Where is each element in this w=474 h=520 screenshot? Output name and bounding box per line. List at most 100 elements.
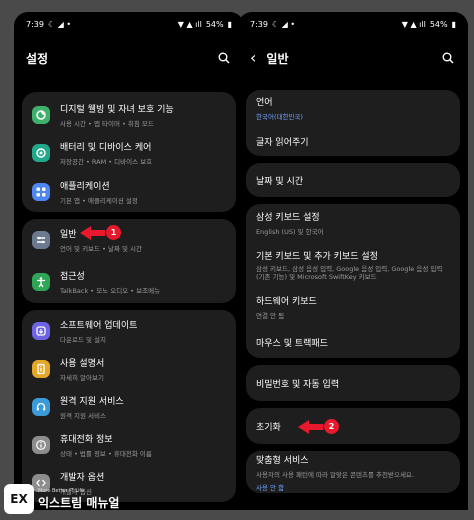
- item-subtitle: 연결 안 됨: [256, 312, 285, 320]
- page-title: 설정: [26, 51, 49, 66]
- item-title: 개발자 옵션: [60, 473, 105, 483]
- watermark-brand: 익스트림 매뉴얼: [38, 495, 120, 510]
- ex-logo-icon: EX: [4, 484, 34, 514]
- wifi-signal-icons: ▼ ▲ ıll: [177, 19, 202, 29]
- wellbeing-icon: [32, 106, 50, 124]
- general-item-language[interactable]: 언어한국어(대한민국): [246, 90, 460, 126]
- callout-arrow-shaft: [309, 423, 323, 430]
- item-subtitle: TalkBack • 모노 오디오 • 보조메뉴: [60, 287, 161, 295]
- callout-arrow-icon: [80, 225, 91, 240]
- step-callout-2: 2: [298, 419, 339, 434]
- settings-item-remote-support[interactable]: 원격 지원 서비스 원격 지원 서비스: [22, 388, 236, 426]
- item-title: 마우스 및 트랙패드: [256, 338, 328, 349]
- general-group-date-time: 날짜 및 시간: [246, 163, 460, 197]
- item-title: 소프트웨어 업데이트: [60, 321, 138, 331]
- general-group-keyboard: 삼성 키보드 설정 English (US) 및 한국어 기본 키보드 및 추가 …: [246, 204, 460, 358]
- item-title: 초기화: [256, 422, 281, 433]
- search-icon[interactable]: [440, 50, 456, 66]
- item-subtitle: 다운로드 및 설치: [60, 336, 106, 344]
- status-bar: 7:39 ☾ ◢ • ▼ ▲ ıll 54% ▮: [14, 12, 244, 36]
- status-bar: 7:39 ☾ ◢ • ▼ ▲ ıll 54% ▮: [238, 12, 468, 36]
- item-subtitle: 삼성 키보드, 삼성 음성 입력, Google 음성 입력, Google 음…: [256, 265, 443, 281]
- item-title: 휴대전화 정보: [60, 435, 113, 445]
- site-watermark: EX More Better IT Life 익스트림 매뉴얼: [4, 484, 119, 514]
- remote-support-icon: [32, 398, 50, 416]
- item-title: 삼성 키보드 설정: [256, 213, 320, 223]
- battery-icon: ▮: [451, 19, 456, 29]
- callout-arrow-shaft: [91, 229, 105, 236]
- item-subtitle: 자세히 알아보기: [60, 374, 104, 382]
- general-item-date-time[interactable]: 날짜 및 시간: [246, 163, 460, 197]
- phone-info-icon: [32, 436, 50, 454]
- software-update-icon: [32, 322, 50, 340]
- general-group-reset: 초기화 2: [246, 408, 460, 444]
- general-item-physical-keyboard[interactable]: 하드웨어 키보드연결 안 됨: [246, 288, 460, 326]
- general-item-samsung-keyboard[interactable]: 삼성 키보드 설정 English (US) 및 한국어: [246, 204, 460, 242]
- item-title: 날짜 및 시간: [256, 176, 304, 187]
- callout-number: 2: [324, 419, 339, 434]
- status-time: 7:39: [250, 19, 268, 29]
- device-care-icon: [32, 144, 50, 162]
- general-group-passwords: 비밀번호 및 자동 입력: [246, 365, 460, 401]
- settings-group-wellbeing: 디지털 웰빙 및 자녀 보호 기능사용 시간 • 앱 타이머 • 취침 모드 배…: [22, 92, 236, 212]
- accessibility-icon: [32, 273, 50, 291]
- item-title: 하드웨어 키보드: [256, 297, 317, 307]
- general-management-icon: [32, 231, 50, 249]
- general-header: ‹ 일반: [238, 36, 468, 80]
- callout-number: 1: [106, 225, 121, 240]
- general-group-customization: 맞춤형 서비스 사용자의 사용 패턴에 따라 알맞은 콘텐츠를 추천받으세요. 사용…: [246, 451, 460, 493]
- back-arrow-icon[interactable]: ‹: [250, 50, 256, 66]
- settings-item-battery-device-care[interactable]: 배터리 및 디바이스 케어저장공간 • RAM • 디바이스 보호: [22, 134, 236, 172]
- item-title: 디지털 웰빙 및 자녀 보호 기능: [60, 105, 174, 115]
- item-title: 글자 읽어주기: [256, 137, 309, 148]
- general-item-keyboard-list[interactable]: 기본 키보드 및 추가 키보드 설정삼성 키보드, 삼성 음성 입력, Goog…: [246, 242, 460, 288]
- user-manual-icon: [32, 360, 50, 378]
- battery-level: 54%: [205, 19, 224, 29]
- status-time: 7:39: [26, 19, 44, 29]
- search-icon[interactable]: [216, 50, 232, 66]
- item-title: 배터리 및 디바이스 케어: [60, 143, 152, 153]
- step-callout-1: 1: [80, 225, 121, 240]
- item-title: 접근성: [60, 272, 85, 282]
- item-title: 애플리케이션: [60, 182, 110, 192]
- settings-header: 설정: [14, 36, 244, 80]
- callout-arrow-icon: [298, 419, 309, 434]
- item-title: 비밀번호 및 자동 입력: [256, 379, 340, 390]
- item-subtitle: 원격 지원 서비스: [60, 412, 106, 420]
- settings-item-general-management[interactable]: 일반 언어 및 키보드 • 날짜 및 시간 1: [22, 219, 236, 261]
- settings-item-applications[interactable]: 애플리케이션 기본 앱 • 애플리케이션 설정: [22, 172, 236, 212]
- general-item-reset[interactable]: 초기화 2: [246, 408, 460, 444]
- item-status: 사용 안 함: [256, 483, 285, 492]
- battery-icon: ▮: [227, 19, 232, 29]
- general-management-screen: 7:39 ☾ ◢ • ▼ ▲ ıll 54% ▮ ‹ 일반 언어한국어(대한민국…: [238, 12, 468, 510]
- status-notification-icons: ☾ ◢ •: [47, 19, 72, 29]
- item-subtitle: 한국어(대한민국): [256, 113, 303, 121]
- settings-item-digital-wellbeing[interactable]: 디지털 웰빙 및 자녀 보호 기능사용 시간 • 앱 타이머 • 취침 모드: [22, 96, 236, 134]
- general-item-customization-service[interactable]: 맞춤형 서비스 사용자의 사용 패턴에 따라 알맞은 콘텐츠를 추천받으세요. 사용…: [246, 451, 460, 493]
- settings-item-accessibility[interactable]: 접근성 TalkBack • 모노 오디오 • 보조메뉴: [22, 261, 236, 303]
- item-subtitle: 사용 시간 • 앱 타이머 • 취침 모드: [60, 120, 154, 128]
- item-title: 기본 키보드 및 추가 키보드 설정: [256, 252, 378, 262]
- item-subtitle: 저장공간 • RAM • 디바이스 보호: [60, 158, 153, 166]
- general-group-language: 언어한국어(대한민국) 글자 읽어주기: [246, 90, 460, 156]
- settings-screen: 7:39 ☾ ◢ • ▼ ▲ ıll 54% ▮ 설정 디지털 웰빙 및 자녀 …: [14, 12, 244, 510]
- settings-item-phone-info[interactable]: 휴대전화 정보상태 • 법률 정보 • 휴대전화 이름: [22, 426, 236, 464]
- battery-level: 54%: [429, 19, 448, 29]
- general-item-passwords-autofill[interactable]: 비밀번호 및 자동 입력: [246, 365, 460, 401]
- item-subtitle: English (US) 및 한국어: [256, 228, 324, 236]
- item-title: 맞춤형 서비스: [256, 455, 309, 466]
- settings-item-user-manual[interactable]: 사용 설명서자세히 알아보기: [22, 350, 236, 388]
- wifi-signal-icons: ▼ ▲ ıll: [401, 19, 426, 29]
- status-notification-icons: ☾ ◢ •: [271, 19, 296, 29]
- general-item-mouse-trackpad[interactable]: 마우스 및 트랙패드: [246, 326, 460, 358]
- page-title: 일반: [266, 51, 289, 66]
- settings-group-general: 일반 언어 및 키보드 • 날짜 및 시간 1 접근성 TalkBack • 모노 …: [22, 219, 236, 303]
- item-subtitle: 언어 및 키보드 • 날짜 및 시간: [60, 245, 143, 253]
- item-title: 사용 설명서: [60, 359, 105, 369]
- item-subtitle: 상태 • 법률 정보 • 휴대전화 이름: [60, 450, 152, 458]
- settings-item-software-update[interactable]: 소프트웨어 업데이트다운로드 및 설치: [22, 312, 236, 350]
- item-title: 언어: [256, 98, 273, 108]
- settings-group-support: 소프트웨어 업데이트다운로드 및 설치 사용 설명서자세히 알아보기 원격 지원…: [22, 310, 236, 502]
- apps-icon: [32, 183, 50, 201]
- general-item-text-to-speech[interactable]: 글자 읽어주기: [246, 126, 460, 156]
